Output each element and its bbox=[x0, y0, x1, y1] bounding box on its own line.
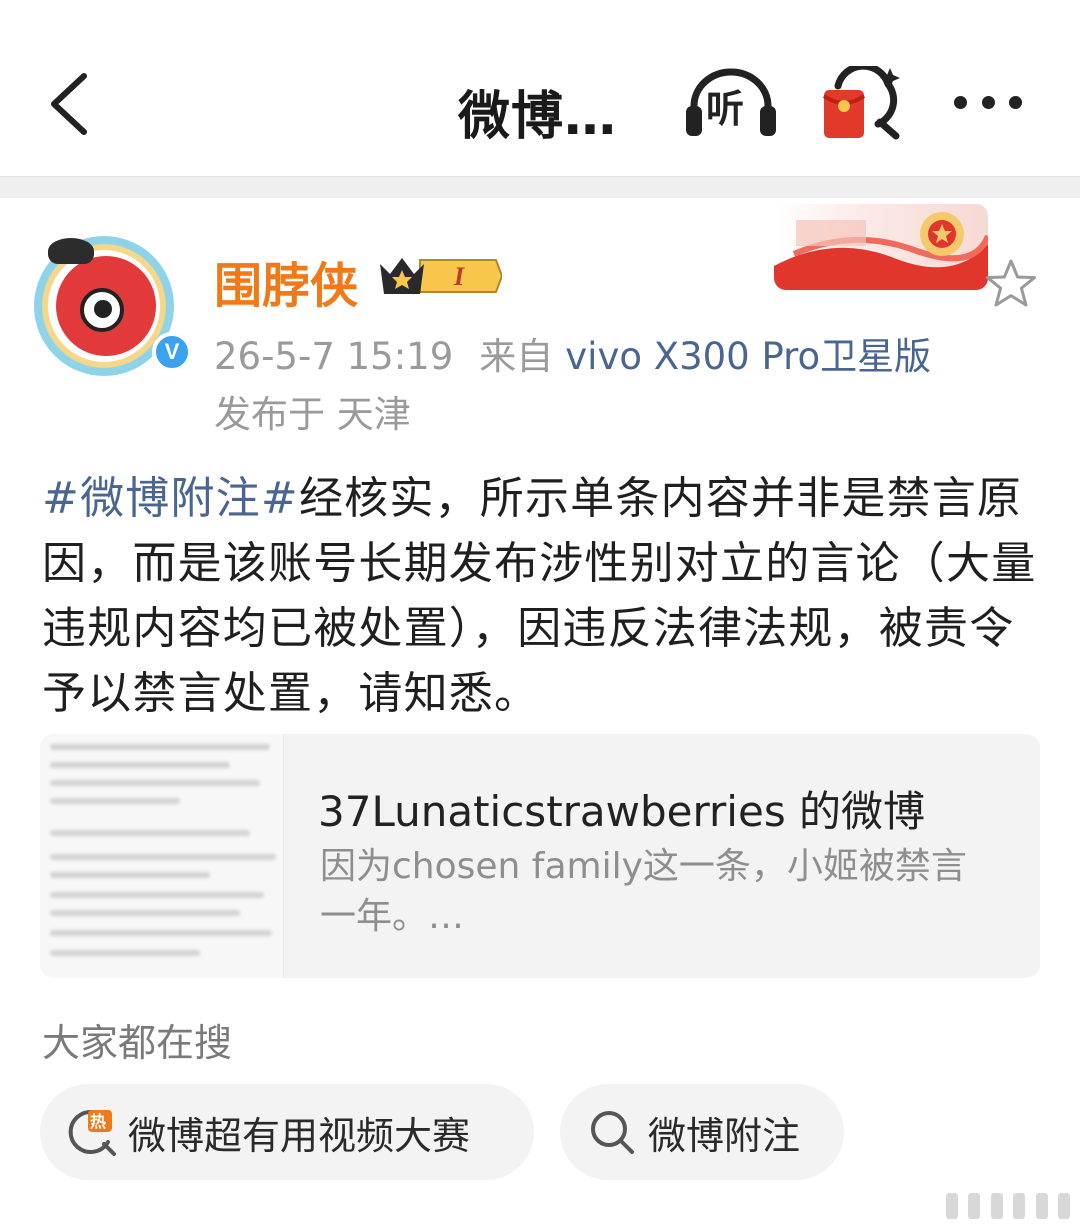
back-button[interactable] bbox=[38, 66, 98, 142]
crown-icon: I bbox=[380, 258, 504, 294]
repost-snippet: 因为chosen family这一条，小姬被禁言一年。… bbox=[320, 846, 967, 937]
post-location: 发布于 天津 bbox=[214, 393, 411, 436]
card-decoration-banner bbox=[774, 204, 988, 290]
more-dot bbox=[1009, 95, 1022, 109]
chevron-left-icon bbox=[51, 73, 87, 135]
verified-badge-icon: V bbox=[152, 332, 192, 372]
avatar[interactable]: V bbox=[34, 236, 192, 380]
bottom-watermark-bars bbox=[946, 1192, 1070, 1220]
chip-label: 微博附注 bbox=[648, 1113, 801, 1158]
search-chip-video-contest[interactable]: 热 微博超有用视频大赛 bbox=[40, 1084, 534, 1180]
red-packet-search-button[interactable] bbox=[820, 62, 904, 140]
search-chip-weibo-note[interactable]: 微博附注 bbox=[560, 1084, 844, 1180]
chip-label: 微博超有用视频大赛 bbox=[128, 1113, 471, 1158]
avatar-hat bbox=[48, 238, 94, 264]
more-button[interactable] bbox=[948, 84, 1028, 120]
source-prefix: 来自 bbox=[479, 335, 554, 378]
hot-search-icon: 热 bbox=[68, 1108, 116, 1156]
more-dot bbox=[981, 95, 995, 109]
page-title: 微博… bbox=[458, 87, 618, 147]
post-timestamp: 26-5-7 15:19 bbox=[214, 335, 454, 378]
member-crown-badge[interactable]: I bbox=[376, 252, 504, 300]
hashtag-link[interactable]: #微博附注# bbox=[42, 473, 299, 524]
repost-card[interactable]: 37Lunaticstrawberries 的微博 因为chosen famil… bbox=[40, 734, 1040, 978]
source-device-link[interactable]: vivo X300 Pro卫星版 bbox=[565, 335, 931, 378]
avatar-pupil bbox=[94, 300, 112, 318]
repost-thumbnail bbox=[40, 734, 284, 978]
top-bar: 微博… 听 bbox=[0, 0, 1080, 176]
more-dot bbox=[954, 95, 967, 109]
listen-button[interactable]: 听 bbox=[684, 66, 778, 138]
post-meta: 26-5-7 15:19 来自 vivo X300 Pro卫星版 bbox=[214, 326, 931, 380]
trending-search-heading: 大家都在搜 bbox=[42, 1021, 233, 1065]
author-name[interactable]: 围脖侠 bbox=[214, 246, 358, 316]
repost-title: 37Lunaticstrawberries 的微博 bbox=[318, 787, 926, 836]
red-packet-search-icon bbox=[822, 62, 900, 140]
svg-text:热: 热 bbox=[90, 1112, 106, 1131]
search-icon bbox=[588, 1108, 636, 1156]
post-body: #微博附注#经核实，所示单条内容并非是禁言原因，而是该账号长期发布涉性别对立的言… bbox=[42, 466, 1042, 726]
listen-label: 听 bbox=[706, 87, 745, 131]
section-divider bbox=[0, 176, 1080, 198]
star-favorite-icon[interactable] bbox=[984, 258, 1038, 312]
svg-text:I: I bbox=[453, 262, 465, 291]
